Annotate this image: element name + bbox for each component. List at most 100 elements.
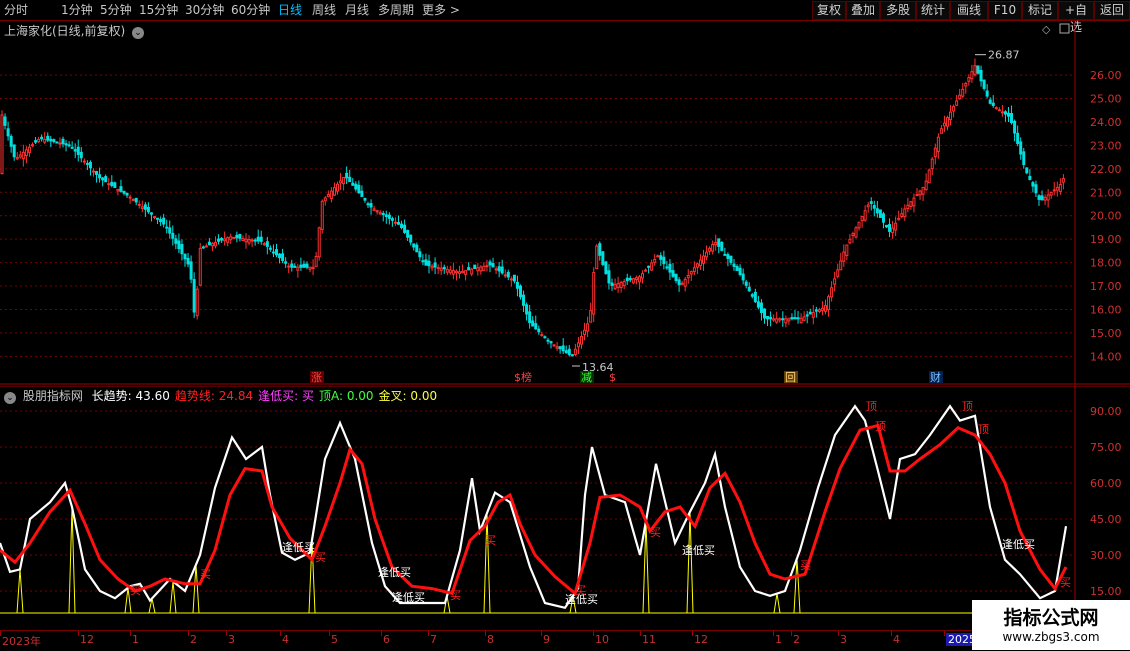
maximize-icon[interactable] bbox=[1059, 23, 1070, 34]
date-label-13: 12 bbox=[694, 633, 708, 646]
event-marker-1[interactable]: $榜 bbox=[514, 370, 532, 384]
price-tick-label: 19.00 bbox=[1090, 233, 1122, 246]
candle bbox=[488, 261, 492, 266]
candle bbox=[64, 143, 68, 146]
candle bbox=[921, 186, 925, 195]
indicator-chart[interactable]: 90.0075.0060.0045.0030.0015.00逢低买逢低买逢低买逢… bbox=[0, 386, 1130, 629]
chevron-down-icon[interactable]: ⌄ bbox=[4, 392, 16, 404]
candle bbox=[207, 241, 211, 246]
candle bbox=[1007, 112, 1010, 117]
toolbar-button-4[interactable]: 画线 bbox=[950, 1, 988, 20]
candle bbox=[924, 180, 928, 191]
candle bbox=[750, 294, 754, 297]
candle bbox=[933, 147, 937, 158]
candle bbox=[830, 287, 834, 298]
period-tab-2[interactable]: 5分钟 bbox=[100, 2, 132, 18]
period-tab-5[interactable]: 60分钟 bbox=[231, 2, 270, 18]
candle bbox=[375, 210, 379, 213]
candle bbox=[534, 323, 538, 330]
indicator-value-3: 顶A: 0.00 bbox=[318, 389, 374, 403]
candle bbox=[461, 270, 465, 274]
indicator-value-1: 趋势线: 24.84 bbox=[174, 389, 254, 403]
toolbar-button-8[interactable]: 返回 bbox=[1094, 1, 1130, 20]
candle bbox=[997, 109, 1001, 112]
candle bbox=[555, 346, 559, 349]
chevron-down-icon[interactable]: ⌄ bbox=[132, 27, 145, 39]
candlestick-chart[interactable]: 26.00 25.00 24.00 23.00 22.00 21.00 20.00 19.00… bbox=[0, 21, 1130, 385]
candle bbox=[772, 318, 776, 321]
candle bbox=[702, 255, 705, 264]
candle bbox=[491, 263, 495, 268]
candle bbox=[265, 241, 269, 247]
candle bbox=[848, 238, 852, 244]
candle bbox=[1040, 195, 1044, 201]
toolbar-button-2[interactable]: 多股 bbox=[880, 1, 916, 20]
high-price-label: 26.87 bbox=[988, 49, 1020, 62]
toolbar-button-1[interactable]: 叠加 bbox=[846, 1, 880, 20]
indicator-pane[interactable]: 90.00 75.00 60.00 45.00 30.00 15.00 逢低买 逢低买 逢低买逢… bbox=[0, 386, 1130, 629]
date-label-14: 1 bbox=[775, 633, 782, 646]
period-tab-8[interactable]: 月线 bbox=[345, 2, 369, 18]
candle bbox=[915, 194, 919, 197]
price-chart-pane[interactable]: 26.00 25.00 24.00 23.00 22.00 21.00 20.00 19.00… bbox=[0, 21, 1130, 385]
event-marker-5[interactable]: 财 bbox=[930, 370, 941, 384]
period-tab-3[interactable]: 15分钟 bbox=[139, 2, 178, 18]
candle bbox=[656, 255, 660, 258]
candle bbox=[70, 146, 74, 149]
candle bbox=[628, 277, 632, 281]
period-tab-0[interactable]: 分时 bbox=[4, 2, 28, 18]
toolbar-button-0[interactable]: 复权 bbox=[812, 1, 846, 20]
candle bbox=[784, 318, 788, 324]
candle bbox=[985, 90, 989, 97]
toolbar-button-6[interactable]: 标记 bbox=[1022, 1, 1058, 20]
toolbar-button-3[interactable]: 统计 bbox=[916, 1, 950, 20]
candle bbox=[833, 278, 837, 285]
buy-annotation-3: 买 bbox=[450, 589, 461, 602]
candle bbox=[92, 170, 95, 173]
period-tab-9[interactable]: 多周期 bbox=[378, 2, 414, 18]
toolbar-button-7[interactable]: +自选 bbox=[1058, 1, 1094, 34]
candle bbox=[753, 291, 757, 303]
candle bbox=[872, 205, 876, 209]
period-tab-1[interactable]: 1分钟 bbox=[61, 2, 93, 18]
candle bbox=[698, 259, 702, 267]
candle bbox=[372, 208, 376, 211]
candle bbox=[1022, 151, 1026, 166]
candle bbox=[543, 336, 547, 339]
candle bbox=[82, 160, 86, 163]
period-tab-4[interactable]: 30分钟 bbox=[185, 2, 224, 18]
candle bbox=[235, 234, 239, 239]
candle bbox=[363, 198, 367, 201]
event-marker-2[interactable]: 减 bbox=[581, 371, 592, 384]
candle bbox=[156, 217, 160, 220]
candle bbox=[140, 206, 144, 209]
candle bbox=[857, 221, 861, 229]
candle bbox=[214, 241, 217, 247]
period-tab-6[interactable]: 日线 bbox=[278, 2, 302, 18]
period-tab-10[interactable]: 更多 > bbox=[422, 2, 460, 18]
candle bbox=[31, 144, 34, 147]
toolbar-button-5[interactable]: F10 bbox=[988, 1, 1022, 20]
candle bbox=[897, 218, 901, 221]
candle bbox=[610, 282, 614, 286]
candle bbox=[384, 214, 388, 217]
event-marker-4[interactable]: 回 bbox=[785, 371, 796, 384]
candle bbox=[970, 71, 974, 80]
event-marker-0[interactable]: 涨 bbox=[311, 371, 322, 384]
candle bbox=[796, 317, 800, 320]
candle bbox=[973, 65, 977, 76]
candle bbox=[305, 263, 309, 268]
candle bbox=[52, 139, 56, 143]
diamond-icon[interactable]: ◇ bbox=[1042, 23, 1051, 36]
candle bbox=[238, 234, 242, 239]
candle bbox=[424, 259, 428, 266]
candle bbox=[677, 279, 681, 286]
candle bbox=[397, 222, 400, 225]
candle bbox=[747, 286, 751, 292]
candle bbox=[253, 239, 257, 242]
candle bbox=[482, 265, 486, 271]
event-marker-3[interactable]: $ bbox=[609, 371, 616, 384]
period-tab-7[interactable]: 周线 bbox=[312, 2, 336, 18]
candle bbox=[9, 136, 13, 147]
candle bbox=[339, 180, 343, 184]
